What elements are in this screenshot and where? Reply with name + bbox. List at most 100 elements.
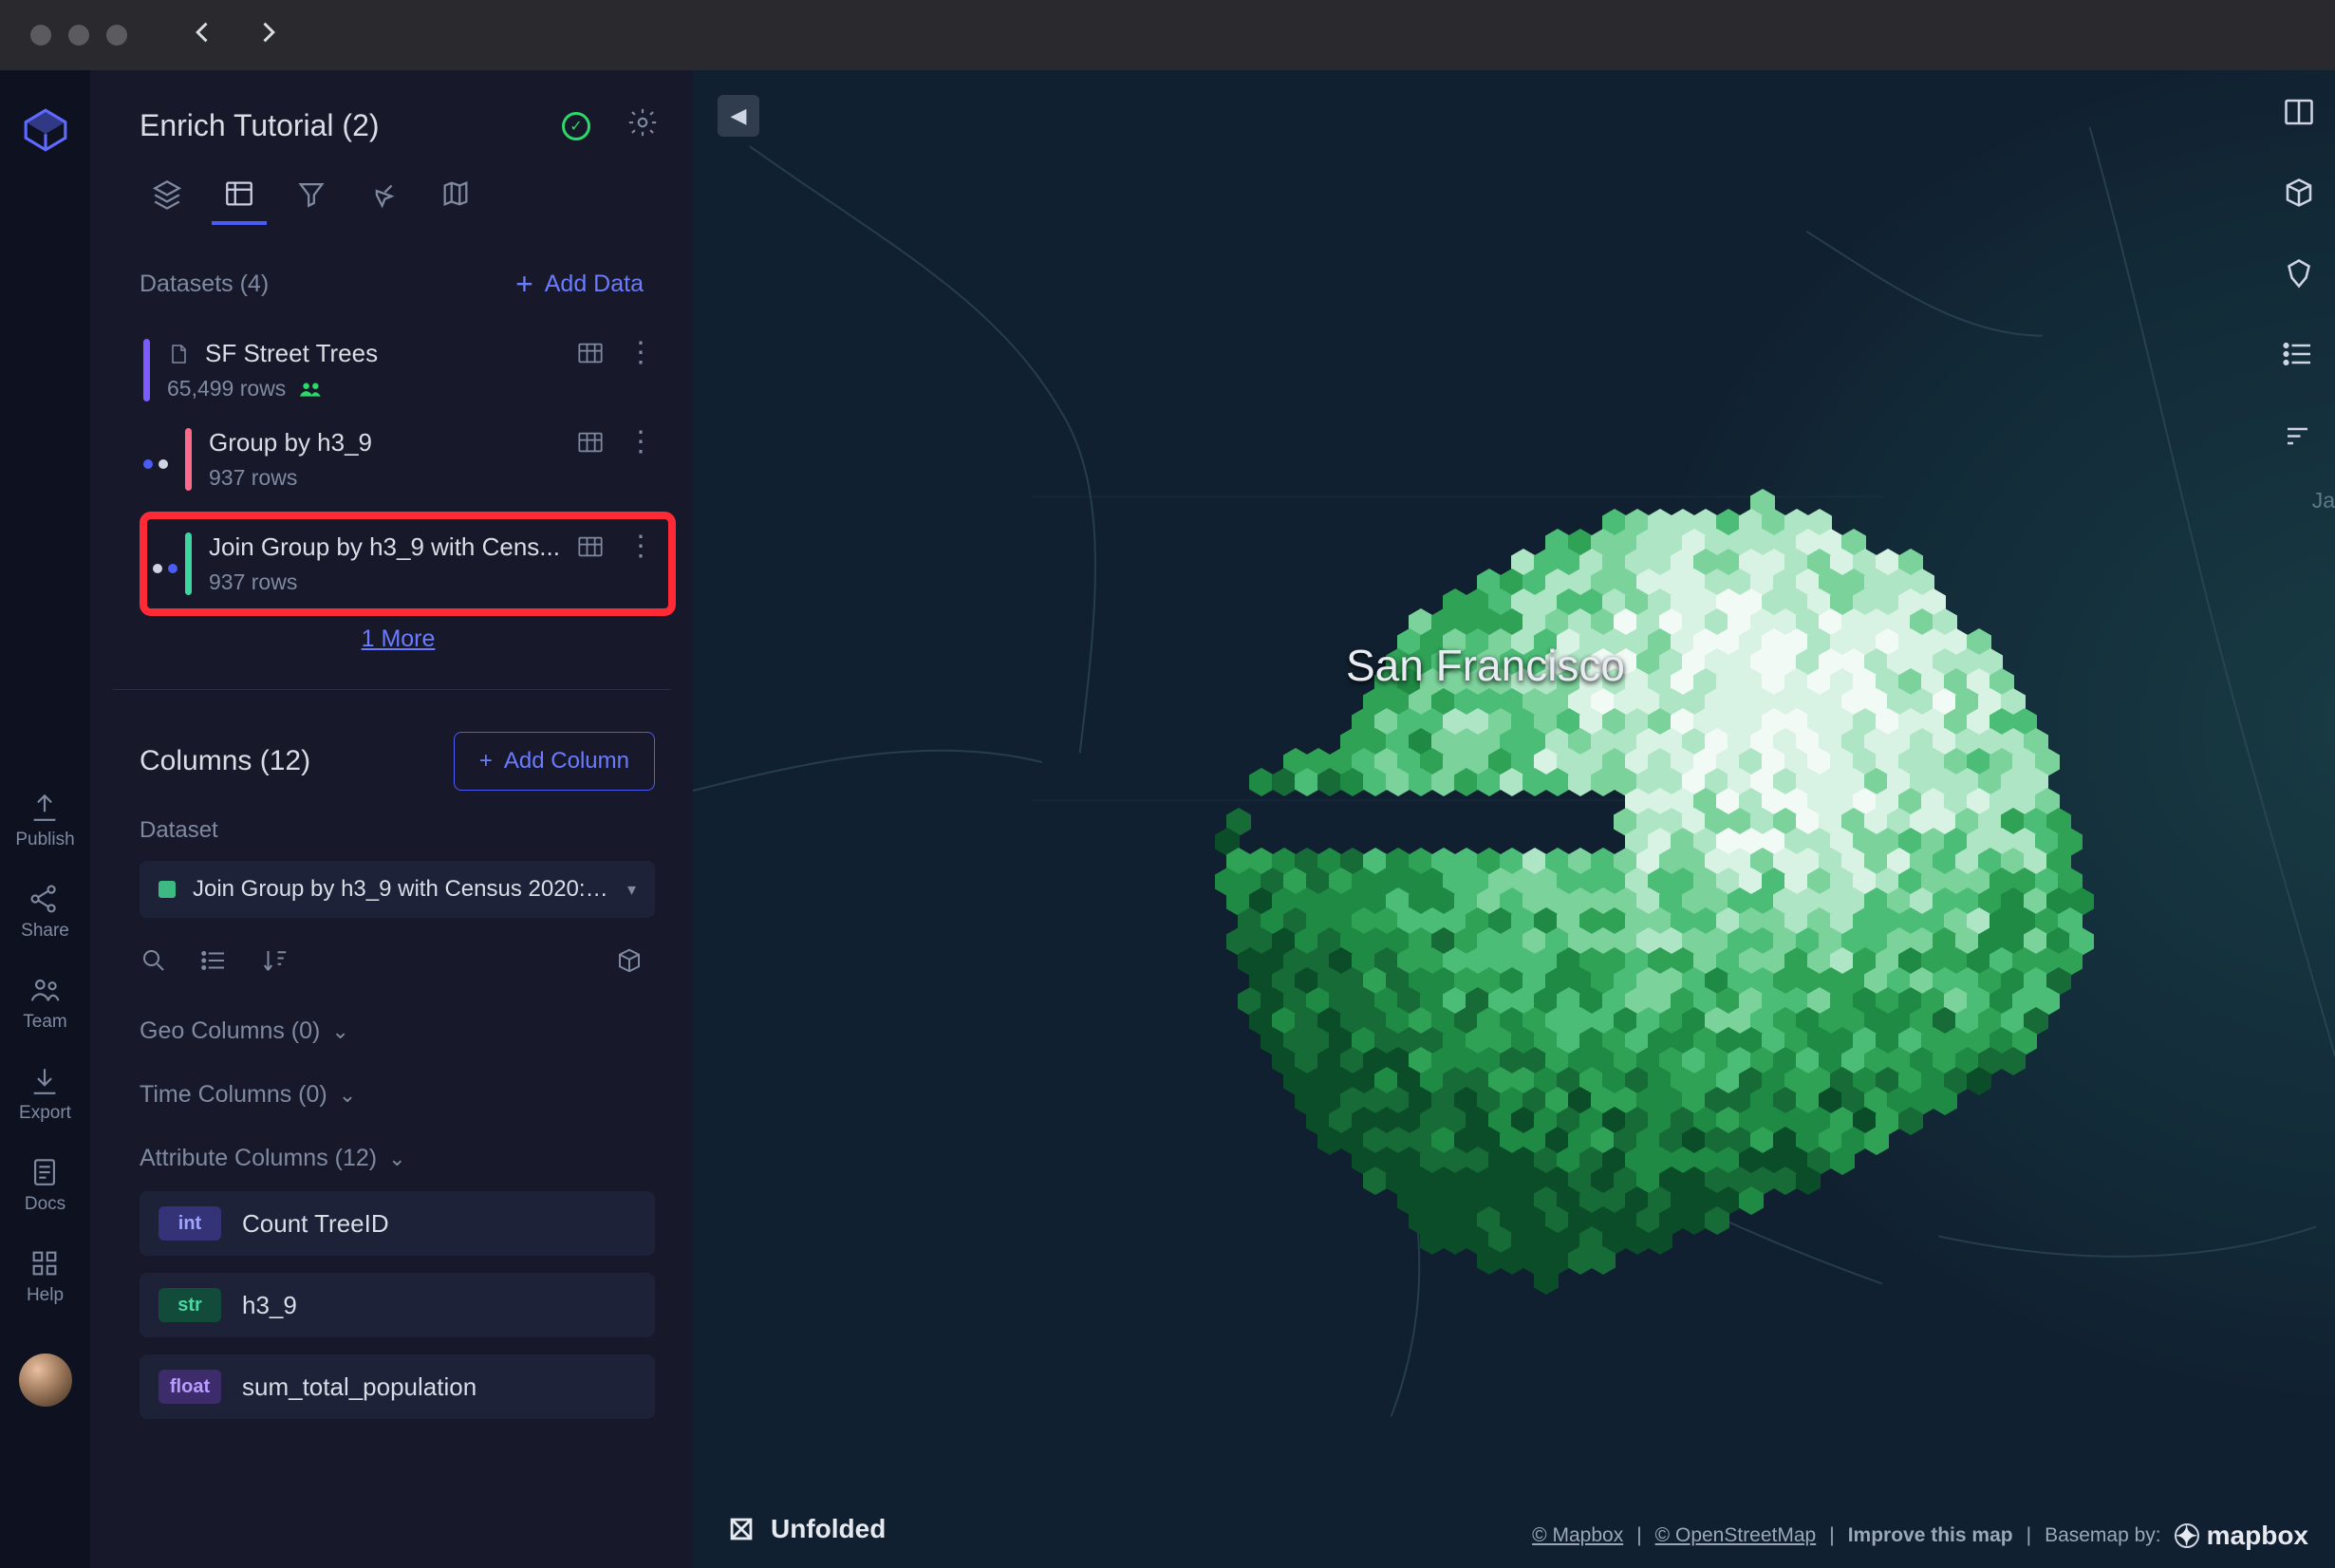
- table-icon[interactable]: [577, 535, 604, 558]
- dataset-color-bar: [185, 532, 192, 595]
- add-column-button[interactable]: + Add Column: [454, 732, 655, 791]
- column-name: Count TreeID: [242, 1209, 389, 1239]
- rail-publish-label: Publish: [15, 830, 74, 850]
- legend-button[interactable]: [2282, 337, 2316, 378]
- group-time[interactable]: Time Columns (0) ⌄: [90, 1045, 693, 1109]
- map-controls: [2282, 95, 2316, 458]
- map-canvas[interactable]: ◀ San Francisco Ja Unfolded © Mapbox| © …: [693, 70, 2335, 1568]
- minimize-dot[interactable]: [68, 25, 89, 46]
- column-item[interactable]: int Count TreeID: [140, 1191, 655, 1256]
- attrib-osm[interactable]: © OpenStreetMap: [1655, 1524, 1817, 1547]
- group-geo-label: Geo Columns (0): [140, 1017, 320, 1045]
- rail-docs[interactable]: Docs: [25, 1145, 65, 1226]
- rail-share[interactable]: Share: [21, 871, 69, 953]
- tab-layers[interactable]: [149, 183, 185, 219]
- dataset-item[interactable]: Join Group by h3_9 with Cens... 937 rows…: [147, 519, 668, 608]
- tab-interactions[interactable]: [365, 183, 402, 219]
- rail-export[interactable]: Export: [19, 1054, 71, 1135]
- datasets-more-link[interactable]: 1 More: [128, 608, 668, 670]
- chevron-down-icon: ▾: [627, 880, 636, 900]
- map-attribution: © Mapbox| © OpenStreetMap| Improve this …: [1532, 1521, 2308, 1551]
- hex-layer: [1101, 469, 2164, 1295]
- history-nav: [190, 19, 281, 52]
- unfolded-logo: Unfolded: [725, 1513, 886, 1545]
- add-column-label: Add Column: [504, 748, 629, 775]
- nav-rail: Publish Share Team Export Docs Help: [0, 70, 90, 1568]
- group-attr-label: Attribute Columns (12): [140, 1145, 377, 1172]
- sort-columns-button[interactable]: [261, 946, 290, 981]
- sidebar: Enrich Tutorial (2) Datasets (4) + Add D…: [90, 70, 693, 1568]
- rail-team[interactable]: Team: [23, 962, 66, 1044]
- add-data-label: Add Data: [545, 271, 644, 298]
- rail-share-label: Share: [21, 921, 69, 942]
- dataset-item[interactable]: SF Street Trees 65,499 rows ⋮: [128, 326, 668, 415]
- settings-button[interactable]: [626, 106, 659, 145]
- tab-columns[interactable]: [221, 183, 257, 219]
- traffic-lights: [30, 25, 127, 46]
- rail-docs-label: Docs: [25, 1194, 65, 1215]
- unfolded-label: Unfolded: [771, 1514, 886, 1544]
- lineage-connector-icon: [143, 459, 168, 469]
- tab-basemap[interactable]: [438, 183, 474, 219]
- window-titlebar: [0, 0, 2335, 70]
- forward-button[interactable]: [254, 19, 281, 52]
- column-item[interactable]: str h3_9: [140, 1273, 655, 1337]
- column-name: h3_9: [242, 1291, 297, 1320]
- dataset-more-button[interactable]: ⋮: [626, 339, 657, 367]
- column-tools: [90, 918, 693, 981]
- sidebar-tabs: [90, 145, 693, 219]
- dataset-item[interactable]: Group by h3_9 937 rows ⋮: [170, 415, 668, 504]
- cube-icon[interactable]: [615, 946, 644, 981]
- dataset-name: Join Group by h3_9 with Cens...: [209, 532, 560, 562]
- type-badge-str: str: [159, 1288, 221, 1322]
- mapbox-label: mapbox: [2207, 1521, 2308, 1551]
- datasets-header: Datasets (4): [140, 271, 269, 298]
- column-name: sum_total_population: [242, 1372, 476, 1402]
- group-time-label: Time Columns (0): [140, 1081, 327, 1109]
- chevron-down-icon: ⌄: [339, 1083, 356, 1108]
- rail-team-label: Team: [23, 1012, 66, 1033]
- divider: [113, 689, 670, 690]
- tab-filters[interactable]: [293, 183, 329, 219]
- close-dot[interactable]: [30, 25, 51, 46]
- collapse-sidebar-button[interactable]: ◀: [718, 95, 759, 137]
- dataset-more-button[interactable]: ⋮: [626, 532, 657, 561]
- search-columns-button[interactable]: [140, 946, 168, 981]
- dataset-rows: 937 rows: [209, 465, 297, 491]
- dataset-color-swatch: [159, 881, 176, 898]
- rail-publish[interactable]: Publish: [15, 780, 74, 862]
- add-data-button[interactable]: + Add Data: [515, 269, 644, 299]
- back-button[interactable]: [190, 19, 216, 52]
- project-title: Enrich Tutorial (2): [140, 108, 380, 143]
- city-label: San Francisco: [1346, 640, 1625, 691]
- attribute-columns-list: int Count TreeID str h3_9 float sum_tota…: [90, 1172, 693, 1419]
- columns-header: Columns (12): [140, 745, 310, 777]
- chart-button[interactable]: [2282, 418, 2316, 458]
- column-item[interactable]: float sum_total_population: [140, 1354, 655, 1419]
- dataset-select[interactable]: Join Group by h3_9 with Census 2020: ...…: [140, 861, 655, 918]
- dataset-more-button[interactable]: ⋮: [626, 428, 657, 457]
- attrib-mapbox[interactable]: © Mapbox: [1532, 1524, 1623, 1547]
- split-map-button[interactable]: [2282, 95, 2316, 136]
- user-avatar[interactable]: [19, 1353, 72, 1407]
- group-attr[interactable]: Attribute Columns (12) ⌄: [90, 1109, 693, 1172]
- dataset-color-bar: [185, 428, 192, 491]
- dataset-rows: 937 rows: [209, 569, 297, 595]
- type-badge-float: float: [159, 1370, 221, 1404]
- geofence-button[interactable]: [2282, 256, 2316, 297]
- table-icon[interactable]: [577, 431, 604, 454]
- view-mode-3d-button[interactable]: [2282, 176, 2316, 216]
- group-geo[interactable]: Geo Columns (0) ⌄: [90, 981, 693, 1045]
- chevron-down-icon: ⌄: [331, 1019, 348, 1044]
- dataset-name: SF Street Trees: [205, 339, 378, 368]
- type-badge-int: int: [159, 1206, 221, 1241]
- dataset-name: Group by h3_9: [209, 428, 372, 457]
- zoom-dot[interactable]: [106, 25, 127, 46]
- status-ok-icon: [562, 112, 590, 140]
- list-view-button[interactable]: [200, 946, 229, 981]
- table-icon[interactable]: [577, 342, 604, 364]
- plus-icon: +: [479, 748, 493, 775]
- plus-icon: +: [515, 269, 533, 299]
- attrib-improve[interactable]: Improve this map: [1848, 1524, 2013, 1547]
- rail-help[interactable]: Help: [27, 1236, 64, 1317]
